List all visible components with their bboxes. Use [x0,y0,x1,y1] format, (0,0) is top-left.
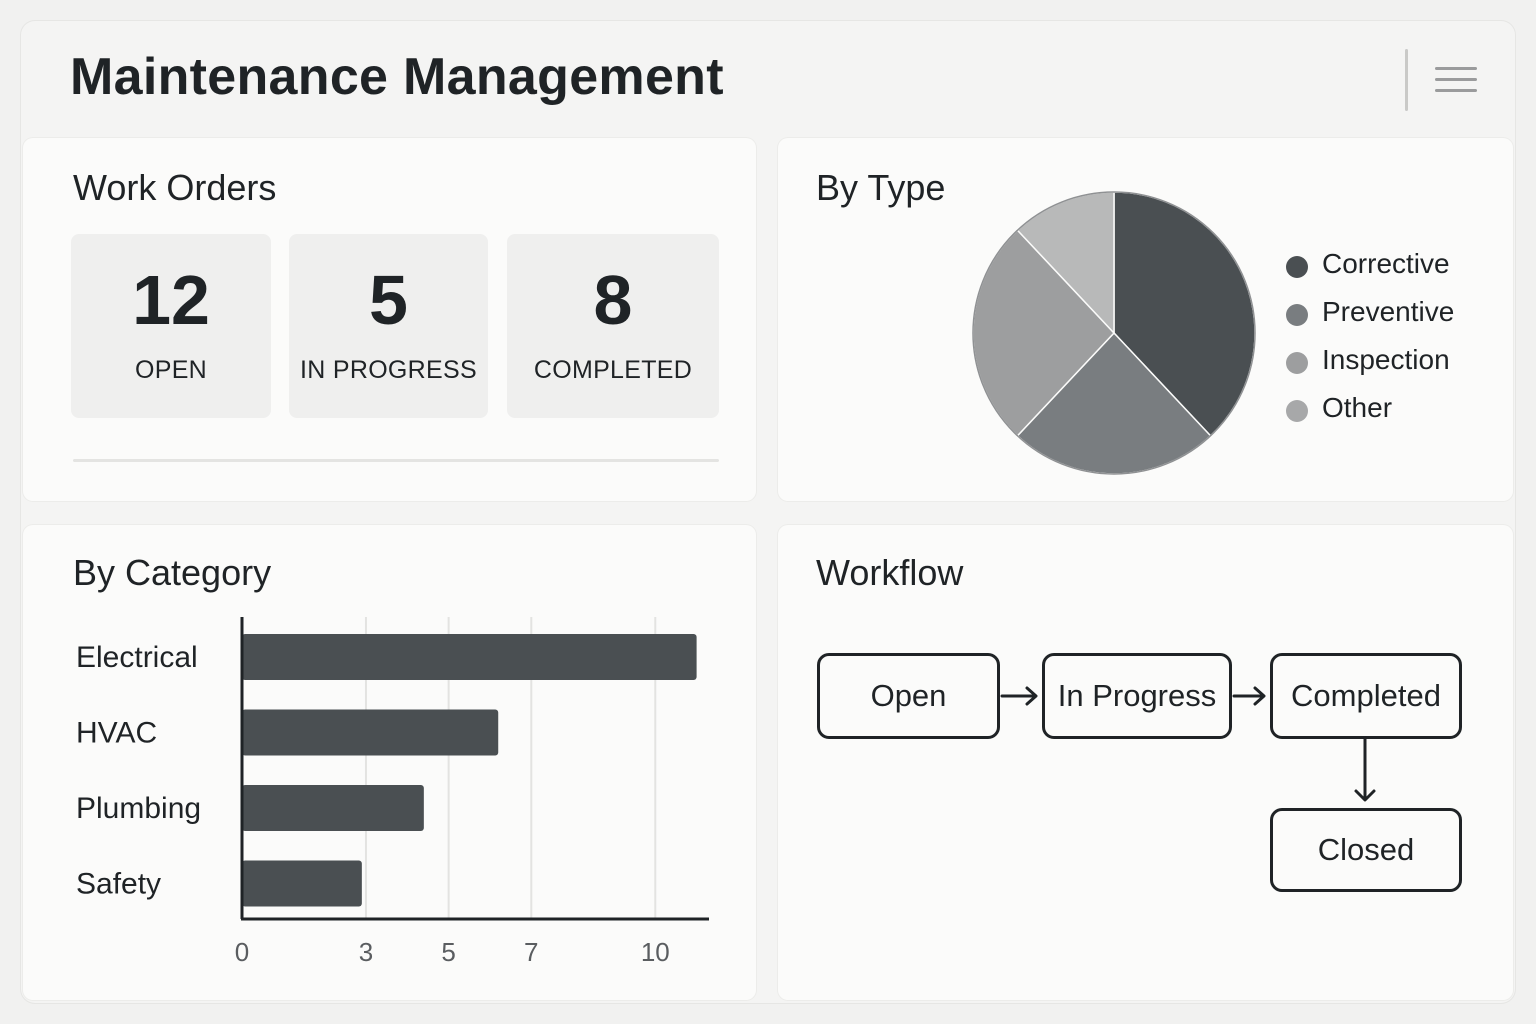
legend-label: Inspection [1322,344,1450,375]
x-tick-label: 5 [441,937,455,967]
legend-label: Other [1322,392,1393,423]
workflow-arrows [1000,686,1376,802]
category-label: HVAC [76,717,157,750]
x-tick-label: 10 [641,937,670,967]
bar-plumbing[interactable] [242,785,424,831]
x-tick-label: 7 [524,937,538,967]
stat-card-completed[interactable]: 8 COMPLETED [507,234,719,418]
x-tick-label: 0 [235,937,249,967]
menu-line [1435,89,1477,92]
bar-chart: Electrical HVAC Plumbing Safety 0 3 5 7 10 [76,617,709,967]
work-orders-title: Work Orders [73,167,277,208]
page-title: Maintenance Management [70,48,724,106]
stat-value: 12 [132,261,210,339]
legend-swatch [1286,352,1308,374]
legend-label: Corrective [1322,248,1450,279]
arrow-right-icon [1232,686,1266,706]
stat-value: 5 [369,261,408,339]
by-type-title: By Type [816,167,946,208]
bar-safety[interactable] [242,860,362,907]
header-divider [1405,49,1408,111]
stat-value: 8 [593,261,633,339]
arrow-right-icon [1000,686,1038,706]
bar-electrical[interactable] [242,634,697,680]
legend-swatch [1286,400,1308,422]
category-label: Electrical [76,641,198,674]
legend-swatch [1286,256,1308,278]
arrow-down-icon [1354,737,1376,802]
by-category-panel: By Category Electrical HVAC Plumbing Safety… [23,525,756,1000]
hamburger-menu-icon[interactable] [1435,65,1477,95]
legend-swatch [1286,304,1308,326]
panel-divider [73,459,719,462]
by-category-title: By Category [73,552,272,593]
stat-label: OPEN [134,356,208,384]
stat-card-in-progress[interactable]: 5 IN PROGRESS [289,234,488,418]
app-header: Maintenance Management [21,21,1515,137]
menu-line [1435,67,1477,70]
stat-label: COMPLETED [533,356,693,384]
workflow-panel: Workflow Open In Progress Completed Clos… [778,525,1513,1000]
menu-line [1435,78,1477,81]
category-label: Safety [76,868,161,901]
category-label: Plumbing [76,792,201,825]
work-orders-panel: Work Orders 12 OPEN 5 IN PROGRESS 8 COMP… [23,138,756,501]
legend-label: Preventive [1322,296,1455,327]
by-type-panel: By Type Corrective Preventive Inspection Ot… [778,138,1513,501]
x-tick-label: 3 [359,937,373,967]
bar-hvac[interactable] [242,709,499,756]
stat-card-open[interactable]: 12 OPEN [71,234,271,418]
pie-chart [972,191,1256,475]
stat-label: IN PROGRESS [300,356,477,384]
